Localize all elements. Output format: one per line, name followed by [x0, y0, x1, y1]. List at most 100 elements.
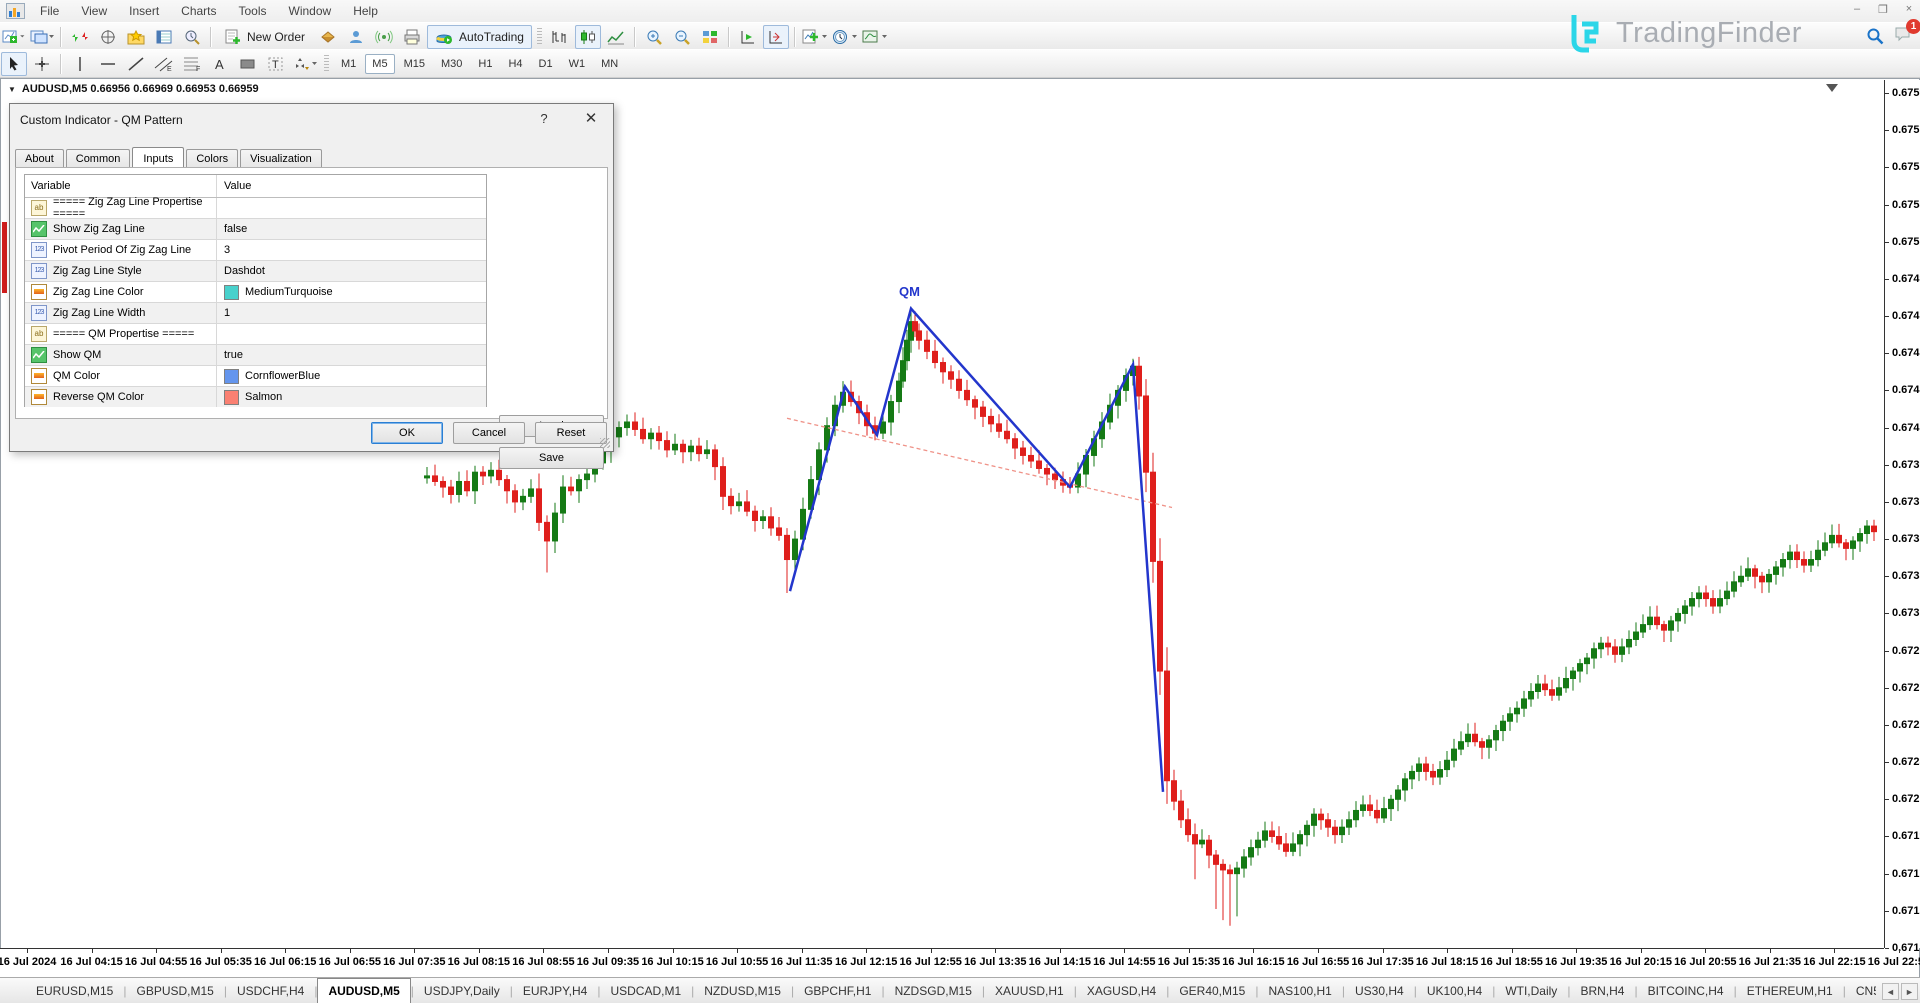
- timeframe-H4[interactable]: H4: [501, 54, 529, 74]
- text-label-button[interactable]: T: [263, 52, 289, 76]
- table-row[interactable]: ab===== Zig Zag Line Propertise =====: [25, 198, 486, 219]
- symbol-tab-ger40[interactable]: GER40,M15: [1169, 980, 1255, 1003]
- crosshair-button[interactable]: [29, 52, 55, 76]
- trendline-button[interactable]: [123, 52, 149, 76]
- line-chart-button[interactable]: [603, 25, 629, 49]
- timeframe-M30[interactable]: M30: [434, 54, 469, 74]
- table-row[interactable]: 123Pivot Period Of Zig Zag Line3: [25, 240, 486, 261]
- timeframe-MN[interactable]: MN: [594, 54, 625, 74]
- fibonacci-button[interactable]: F: [179, 52, 205, 76]
- value-cell[interactable]: [217, 324, 486, 344]
- time-axis[interactable]: 16 Jul 202416 Jul 04:1516 Jul 04:5516 Ju…: [0, 948, 1884, 977]
- dialog-tab-visualization[interactable]: Visualization: [240, 149, 322, 168]
- strategy-tester-button[interactable]: [179, 25, 205, 49]
- market-watch-button[interactable]: [67, 25, 93, 49]
- symbol-tab-xauusd[interactable]: XAUUSD,H1: [985, 980, 1074, 1003]
- timeframe-H1[interactable]: H1: [471, 54, 499, 74]
- arrows-button[interactable]: [291, 52, 319, 76]
- table-row[interactable]: Show Zig Zag Linefalse: [25, 219, 486, 240]
- autotrading-button[interactable]: AutoTrading: [427, 25, 532, 49]
- cancel-button[interactable]: Cancel: [453, 422, 525, 444]
- symbol-tab-eurjpy[interactable]: EURJPY,H4: [513, 980, 597, 1003]
- community-button[interactable]: [343, 25, 369, 49]
- symbol-tab-gbpusd[interactable]: GBPUSD,M15: [126, 980, 223, 1003]
- symbol-tab-usdjpy[interactable]: USDJPY,Daily: [414, 980, 510, 1003]
- menu-file[interactable]: File: [29, 1, 70, 21]
- symbol-tab-brn[interactable]: BRN,H4: [1570, 980, 1634, 1003]
- table-row[interactable]: Show QMtrue: [25, 345, 486, 366]
- indicators-button[interactable]: [801, 25, 829, 49]
- table-row[interactable]: Zig Zag Line ColorMediumTurquoise: [25, 282, 486, 303]
- menu-window[interactable]: Window: [278, 1, 343, 21]
- dialog-tab-common[interactable]: Common: [66, 149, 131, 168]
- collapse-triangle-icon[interactable]: ▼: [8, 85, 16, 94]
- horizontal-line-button[interactable]: [95, 52, 121, 76]
- text-button[interactable]: A: [207, 52, 233, 76]
- templates-button[interactable]: [861, 25, 889, 49]
- close-button[interactable]: ×: [1902, 3, 1916, 16]
- notifications-icon[interactable]: 1: [1894, 24, 1914, 47]
- timeframe-M5[interactable]: M5: [365, 54, 394, 74]
- scroll-right-button[interactable]: ►: [1901, 983, 1918, 1000]
- new-order-button[interactable]: New Order: [217, 25, 313, 49]
- print-button[interactable]: [399, 25, 425, 49]
- menu-tools[interactable]: Tools: [228, 1, 278, 21]
- symbol-tab-eurusd[interactable]: EURUSD,M15: [26, 980, 123, 1003]
- profiles-button[interactable]: [29, 25, 55, 49]
- save-button[interactable]: Save: [499, 447, 604, 469]
- auto-scroll-button[interactable]: [735, 25, 761, 49]
- symbol-tab-gbpchf[interactable]: GBPCHF,H1: [794, 980, 881, 1003]
- value-cell[interactable]: 1: [217, 303, 486, 323]
- periods-button[interactable]: [831, 25, 859, 49]
- value-cell[interactable]: [217, 198, 486, 218]
- symbol-tab-wti[interactable]: WTI,Daily: [1495, 980, 1567, 1003]
- terminal-button[interactable]: [151, 25, 177, 49]
- dialog-tab-about[interactable]: About: [15, 149, 64, 168]
- value-cell[interactable]: Salmon: [217, 387, 486, 407]
- signals-button[interactable]: [371, 25, 397, 49]
- zoom-in-button[interactable]: [641, 25, 667, 49]
- symbol-tab-audusd[interactable]: AUDUSD,M5: [317, 978, 410, 1003]
- price-axis[interactable]: 0.675950.675750.675550.675350.675150.674…: [1884, 80, 1920, 948]
- navigator-button[interactable]: [123, 25, 149, 49]
- equidistant-channel-button[interactable]: E: [151, 52, 177, 76]
- symbol-tab-ethereum[interactable]: ETHEREUM,H1: [1737, 980, 1843, 1003]
- timeframe-M1[interactable]: M1: [334, 54, 363, 74]
- ok-button[interactable]: OK: [371, 422, 443, 444]
- dialog-close-button[interactable]: ✕: [582, 109, 600, 127]
- shapes-button[interactable]: [235, 52, 261, 76]
- symbol-tab-nas100[interactable]: NAS100,H1: [1258, 980, 1341, 1003]
- value-cell[interactable]: Dashdot: [217, 261, 486, 281]
- symbol-tab-us30[interactable]: US30,H4: [1345, 980, 1414, 1003]
- menu-view[interactable]: View: [70, 1, 118, 21]
- zoom-out-button[interactable]: [669, 25, 695, 49]
- symbol-tab-cn50[interactable]: CN50,M15: [1846, 980, 1876, 1003]
- value-cell[interactable]: true: [217, 345, 486, 365]
- market-button[interactable]: [315, 25, 341, 49]
- value-cell[interactable]: 3: [217, 240, 486, 260]
- tile-windows-button[interactable]: [697, 25, 723, 49]
- menu-insert[interactable]: Insert: [118, 1, 170, 21]
- bar-chart-button[interactable]: [547, 25, 573, 49]
- minimize-button[interactable]: –: [1850, 3, 1864, 16]
- dialog-title[interactable]: Custom Indicator - QM Pattern: [20, 113, 183, 127]
- timeframe-M15[interactable]: M15: [397, 54, 432, 74]
- table-row[interactable]: QM ColorCornflowerBlue: [25, 366, 486, 387]
- table-row[interactable]: 123Zig Zag Line Width1: [25, 303, 486, 324]
- symbol-tab-nzdusd[interactable]: NZDUSD,M15: [694, 980, 791, 1003]
- restore-button[interactable]: ❐: [1876, 3, 1890, 16]
- new-chart-button[interactable]: [1, 25, 27, 49]
- reset-button[interactable]: Reset: [535, 422, 607, 444]
- value-cell[interactable]: CornflowerBlue: [217, 366, 486, 386]
- symbol-tab-uk100[interactable]: UK100,H4: [1417, 980, 1492, 1003]
- candlestick-chart-button[interactable]: [575, 25, 601, 49]
- symbol-tab-usdchf[interactable]: USDCHF,H4: [227, 980, 314, 1003]
- scroll-left-button[interactable]: ◄: [1882, 983, 1899, 1000]
- dialog-help-button[interactable]: ?: [536, 111, 552, 126]
- timeframe-D1[interactable]: D1: [532, 54, 560, 74]
- table-row[interactable]: 123Zig Zag Line StyleDashdot: [25, 261, 486, 282]
- dialog-tab-inputs[interactable]: Inputs: [132, 147, 184, 169]
- value-cell[interactable]: MediumTurquoise: [217, 282, 486, 302]
- chart-shift-button[interactable]: [763, 25, 789, 49]
- resize-grip[interactable]: [600, 438, 610, 448]
